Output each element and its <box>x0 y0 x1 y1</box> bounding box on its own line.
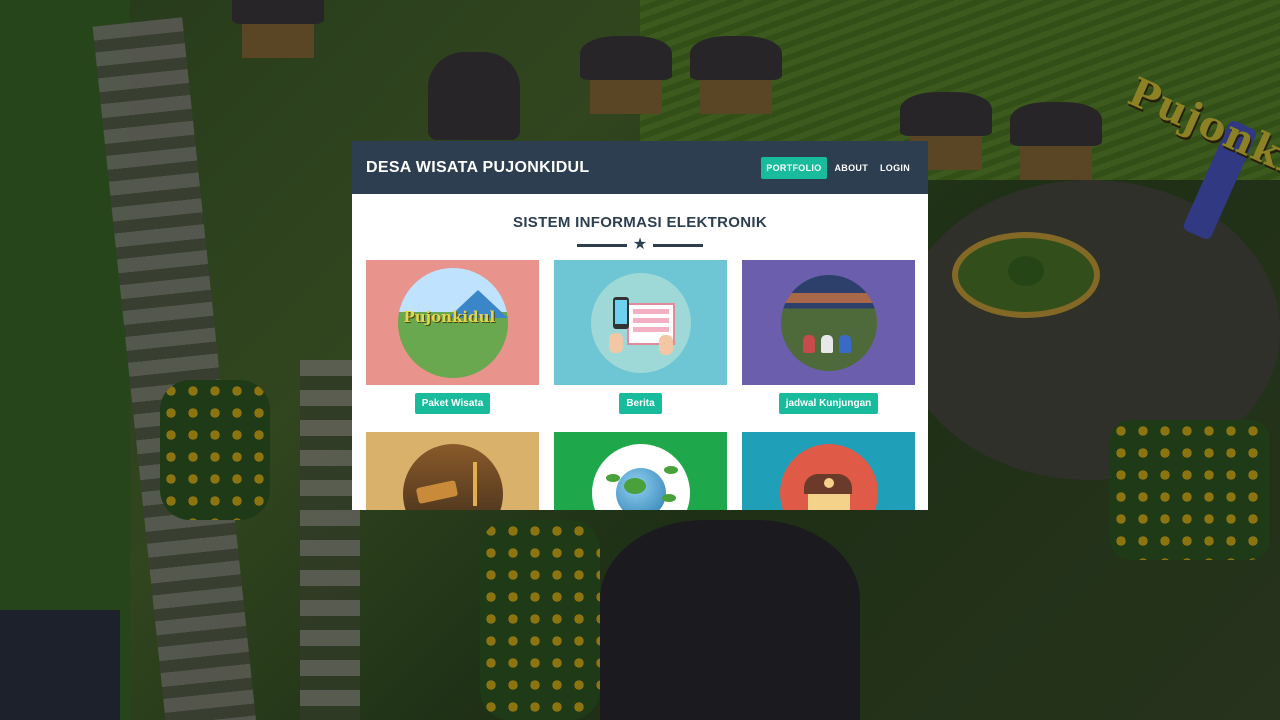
nav-portfolio[interactable]: PORTFOLIO <box>761 156 827 179</box>
phone-newspaper-icon <box>590 272 691 373</box>
card-image[interactable] <box>742 260 915 385</box>
navbar: DESA WISATA PUJONKIDUL PORTFOLIO ABOUT L… <box>352 141 928 194</box>
card-lingkungan[interactable] <box>554 432 727 510</box>
pujonkidul-logo-icon: Pujonkidul <box>397 267 508 378</box>
brand-title[interactable]: DESA WISATA PUJONKIDUL <box>366 159 590 177</box>
card-image[interactable] <box>554 432 727 510</box>
nav-menu: PORTFOLIO ABOUT LOGIN <box>761 156 914 179</box>
berita-button[interactable]: Berita <box>619 393 662 414</box>
card-jadwal-kunjungan[interactable]: jadwal Kunjungan <box>742 260 915 414</box>
house-icon <box>779 444 878 510</box>
card-image[interactable]: Pujonkidul <box>366 260 539 385</box>
gavel-scale-icon <box>402 444 503 510</box>
star-icon: ★ <box>632 236 648 253</box>
paket-wisata-button[interactable]: Paket Wisata <box>414 393 491 414</box>
title-divider: ★ <box>352 237 928 253</box>
nav-login[interactable]: LOGIN <box>876 157 914 179</box>
card-image[interactable] <box>366 432 539 510</box>
card-paket-wisata[interactable]: Pujonkidul Paket Wisata <box>366 260 539 414</box>
visitors-photo-icon <box>780 274 877 371</box>
nav-about[interactable]: ABOUT <box>831 157 873 179</box>
card-image[interactable] <box>742 432 915 510</box>
globe-icon <box>591 444 690 510</box>
card-image[interactable] <box>554 260 727 385</box>
web-page: DESA WISATA PUJONKIDUL PORTFOLIO ABOUT L… <box>352 141 928 510</box>
card-berita[interactable]: Berita <box>554 260 727 414</box>
section-title: SISTEM INFORMASI ELEKTRONIK <box>513 214 767 231</box>
card-hukum[interactable] <box>366 432 539 510</box>
jadwal-kunjungan-button[interactable]: jadwal Kunjungan <box>778 393 879 414</box>
card-rumah[interactable] <box>742 432 915 510</box>
